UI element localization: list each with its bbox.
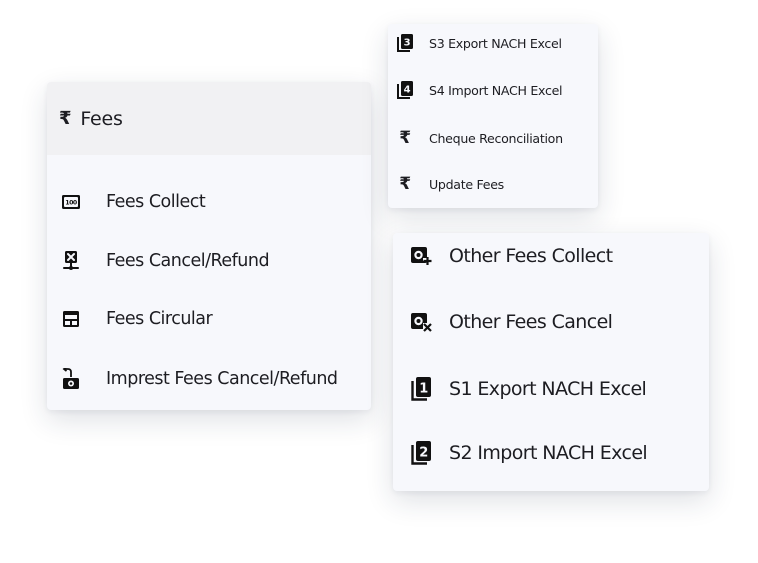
menu-item-s3-export-nach-excel[interactable]: 3 S3 Export NACH Excel	[388, 34, 562, 52]
menu-item-imprest-fees-cancel-refund[interactable]: Imprest Fees Cancel/Refund	[47, 368, 338, 390]
menu-item-cheque-reconciliation[interactable]: ₹ Cheque Reconciliation	[388, 128, 563, 148]
fees-menu-title: Fees	[80, 107, 123, 130]
menu-item-label: Other Fees Cancel	[449, 311, 613, 333]
book-4-icon: 4	[396, 81, 414, 99]
banknote-100-icon: 100	[60, 194, 82, 210]
menu-item-label: Update Fees	[429, 176, 504, 192]
nach-menu-top: 3 S3 Export NACH Excel 4 S4 Import NACH …	[388, 24, 598, 208]
svg-text:4: 4	[404, 85, 411, 96]
fees-menu-header[interactable]: ₹ Fees	[47, 82, 371, 155]
other-fees-menu: Other Fees Collect Other Fees Cancel 1 S…	[393, 233, 709, 491]
menu-item-label: S2 Import NACH Excel	[449, 442, 648, 464]
menu-item-s2-import-nach-excel[interactable]: 2 S2 Import NACH Excel	[393, 441, 648, 465]
rupee-icon: ₹	[399, 174, 411, 194]
menu-item-label: Other Fees Collect	[449, 245, 613, 267]
menu-item-label: S4 Import NACH Excel	[429, 82, 563, 98]
menu-item-label: Fees Circular	[106, 309, 213, 329]
cancel-receipt-icon	[60, 250, 82, 272]
fees-menu: ₹ Fees 100 Fees Collect Fees Cancel/Refu…	[47, 82, 371, 410]
svg-text:1: 1	[419, 382, 428, 397]
menu-item-s4-import-nach-excel[interactable]: 4 S4 Import NACH Excel	[388, 81, 563, 99]
circular-table-icon	[60, 310, 82, 328]
coin-x-icon	[409, 312, 433, 332]
svg-text:2: 2	[419, 446, 427, 461]
svg-text:100: 100	[65, 200, 78, 207]
book-2-icon: 2	[409, 441, 433, 465]
undo-box-icon	[60, 368, 82, 390]
rupee-icon: ₹	[399, 128, 411, 148]
menu-item-other-fees-collect[interactable]: Other Fees Collect	[393, 245, 613, 267]
menu-item-update-fees[interactable]: ₹ Update Fees	[388, 174, 504, 194]
menu-item-label: Fees Cancel/Refund	[106, 251, 270, 271]
coin-plus-icon	[409, 246, 433, 266]
menu-item-fees-cancel-refund[interactable]: Fees Cancel/Refund	[47, 250, 270, 272]
menu-item-label: Imprest Fees Cancel/Refund	[106, 369, 338, 389]
menu-item-label: Fees Collect	[106, 192, 206, 212]
menu-item-other-fees-cancel[interactable]: Other Fees Cancel	[393, 311, 613, 333]
menu-item-label: S1 Export NACH Excel	[449, 378, 647, 400]
menu-item-label: Cheque Reconciliation	[429, 130, 563, 146]
menu-item-s1-export-nach-excel[interactable]: 1 S1 Export NACH Excel	[393, 377, 647, 401]
book-3-icon: 3	[396, 34, 414, 52]
menu-item-fees-circular[interactable]: Fees Circular	[47, 309, 213, 329]
svg-text:3: 3	[404, 38, 411, 49]
book-1-icon: 1	[409, 377, 433, 401]
menu-item-fees-collect[interactable]: 100 Fees Collect	[47, 192, 206, 212]
rupee-icon: ₹	[59, 108, 72, 129]
menu-item-label: S3 Export NACH Excel	[429, 35, 562, 51]
